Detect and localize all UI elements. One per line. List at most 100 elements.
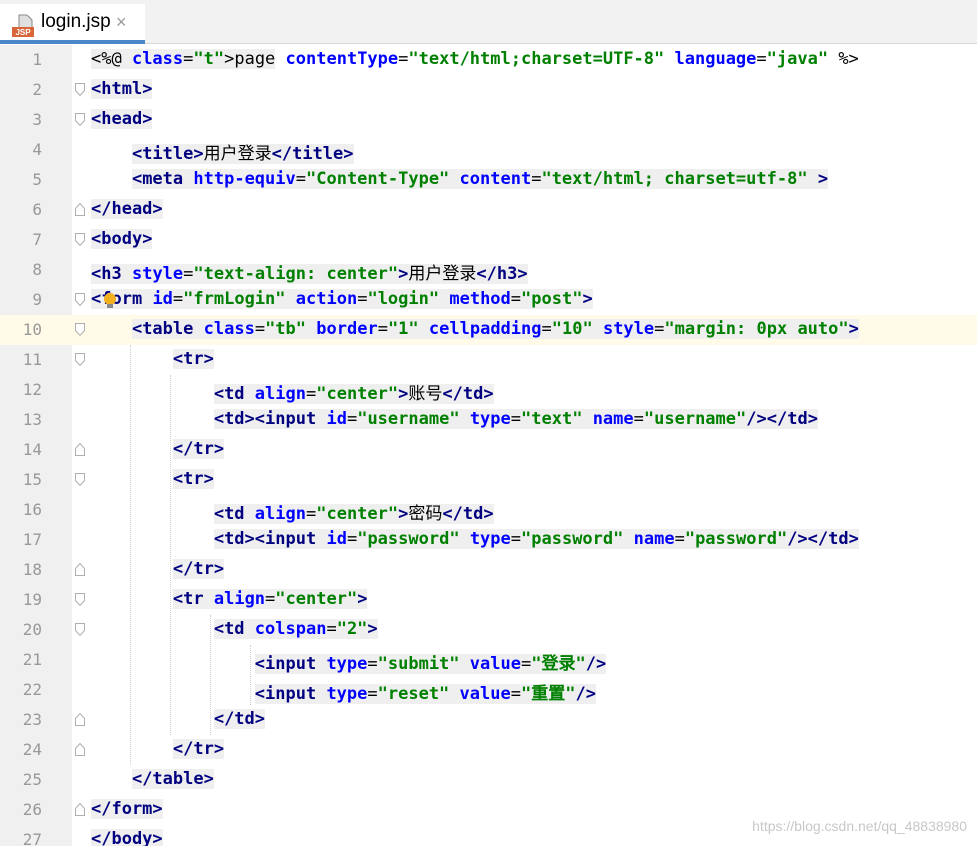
fold-open-icon[interactable]: [75, 233, 85, 246]
code-line[interactable]: 19 <tr align="center">: [0, 585, 977, 615]
code-text[interactable]: <table class="tb" border="1" cellpadding…: [91, 319, 859, 339]
line-number: 16: [22, 500, 42, 519]
fold-close-icon[interactable]: [75, 443, 85, 456]
fold-open-icon[interactable]: [75, 323, 85, 336]
code-text[interactable]: </td>: [91, 709, 266, 729]
code-line[interactable]: 23 </td>: [0, 705, 977, 735]
fold-open-icon[interactable]: [75, 293, 85, 306]
code-line[interactable]: 2 <html>: [0, 75, 977, 105]
code-text[interactable]: </tr>: [91, 439, 225, 459]
code-line[interactable]: 13 <td><input id="username" type="text" …: [0, 405, 977, 435]
fold-close-icon[interactable]: [75, 743, 85, 756]
line-number: 27: [22, 830, 42, 846]
code-line[interactable]: 21 <input type="submit" value="登录"/>: [0, 645, 977, 675]
tab-label: login.jsp: [41, 11, 111, 32]
code-text[interactable]: <td align="center">账号</td>: [91, 379, 494, 404]
code-line[interactable]: 1 <%@ class="t">page contentType="text/ht…: [0, 45, 977, 75]
jsp-file-icon: JSP: [12, 14, 34, 37]
code-line[interactable]: 10 <table class="tb" border="1" cellpadd…: [0, 315, 977, 345]
code-text[interactable]: <td colspan="2">: [91, 619, 378, 639]
code-text[interactable]: </body>: [91, 829, 163, 846]
line-number: 11: [22, 350, 42, 369]
code-text[interactable]: </head>: [91, 199, 163, 219]
code-line[interactable]: 16 <td align="center">密码</td>: [0, 495, 977, 525]
code-line[interactable]: 15 <tr>: [0, 465, 977, 495]
line-number: 5: [32, 170, 42, 189]
fold-open-icon[interactable]: [75, 113, 85, 126]
code-line[interactable]: 17 <td><input id="password" type="passwo…: [0, 525, 977, 555]
fold-open-icon[interactable]: [75, 473, 85, 486]
indent-guide: [130, 345, 131, 765]
code-text[interactable]: <tr>: [91, 469, 214, 489]
line-number: 26: [22, 800, 42, 819]
code-text[interactable]: <title>用户登录</title>: [91, 139, 354, 164]
indent-guide: [170, 375, 171, 735]
code-text[interactable]: <body>: [91, 229, 153, 249]
code-text[interactable]: <html>: [91, 79, 153, 99]
line-number: 9: [32, 290, 42, 309]
code-text[interactable]: <input type="submit" value="登录"/>: [91, 649, 607, 674]
code-text[interactable]: <meta http-equiv="Content-Type" content=…: [91, 169, 829, 189]
code-line[interactable]: 24 </tr>: [0, 735, 977, 765]
code-text[interactable]: <h3 style="text-align: center">用户登录</h3>: [91, 259, 528, 284]
code-text[interactable]: <td><input id="username" type="text" nam…: [91, 409, 818, 429]
fold-close-icon[interactable]: [75, 713, 85, 726]
code-text[interactable]: </tr>: [91, 739, 225, 759]
code-text[interactable]: </table>: [91, 769, 214, 789]
code-text[interactable]: <head>: [91, 109, 153, 129]
line-number: 10: [22, 320, 42, 339]
line-number: 24: [22, 740, 42, 759]
fold-close-icon[interactable]: [75, 803, 85, 816]
code-text[interactable]: <tr align="center">: [91, 589, 368, 609]
line-number: 15: [22, 470, 42, 489]
code-text[interactable]: </form>: [91, 799, 163, 819]
code-line[interactable]: 22 <input type="reset" value="重置"/>: [0, 675, 977, 705]
code-text[interactable]: <form id="frmLogin" action="login" metho…: [91, 289, 593, 309]
code-editor[interactable]: 1 <%@ class="t">page contentType="text/ht…: [0, 45, 977, 846]
indent-guide: [250, 645, 251, 705]
code-line[interactable]: 6 </head>: [0, 195, 977, 225]
line-number: 17: [22, 530, 42, 549]
code-line[interactable]: 9 <form id="frmLogin" action="login" meth…: [0, 285, 977, 315]
code-text[interactable]: <td align="center">密码</td>: [91, 499, 494, 524]
fold-open-icon[interactable]: [75, 353, 85, 366]
line-number: 7: [32, 230, 42, 249]
code-line[interactable]: 12 <td align="center">账号</td>: [0, 375, 977, 405]
code-line[interactable]: 8 <h3 style="text-align: center">用户登录</h3…: [0, 255, 977, 285]
fold-close-icon[interactable]: [75, 563, 85, 576]
code-text[interactable]: </tr>: [91, 559, 225, 579]
fold-open-icon[interactable]: [75, 623, 85, 636]
intention-bulb-icon[interactable]: [102, 292, 118, 310]
line-number: 21: [22, 650, 42, 669]
line-number: 22: [22, 680, 42, 699]
line-number: 6: [32, 200, 42, 219]
close-icon[interactable]: ×: [116, 12, 127, 33]
fold-open-icon[interactable]: [75, 593, 85, 606]
code-line[interactable]: 5 <meta http-equiv="Content-Type" conten…: [0, 165, 977, 195]
line-number: 23: [22, 710, 42, 729]
code-text[interactable]: <input type="reset" value="重置"/>: [91, 679, 596, 704]
fold-open-icon[interactable]: [75, 83, 85, 96]
code-text[interactable]: <%@ class="t">page contentType="text/htm…: [91, 49, 859, 69]
code-line[interactable]: 11 <tr>: [0, 345, 977, 375]
code-line[interactable]: 4 <title>用户登录</title>: [0, 135, 977, 165]
code-line[interactable]: 25 </table>: [0, 765, 977, 795]
code-line[interactable]: 20 <td colspan="2">: [0, 615, 977, 645]
line-number: 18: [22, 560, 42, 579]
editor-tab-bar: JSP login.jsp ×: [0, 0, 977, 44]
tab-login-jsp[interactable]: JSP login.jsp ×: [0, 4, 145, 44]
code-text[interactable]: <td><input id="password" type="password"…: [91, 529, 859, 549]
code-line[interactable]: 3 <head>: [0, 105, 977, 135]
line-number: 20: [22, 620, 42, 639]
line-number: 13: [22, 410, 42, 429]
svg-text:JSP: JSP: [15, 28, 31, 37]
code-line[interactable]: 14 </tr>: [0, 435, 977, 465]
fold-close-icon[interactable]: [75, 203, 85, 216]
line-number: 8: [32, 260, 42, 279]
line-number: 19: [22, 590, 42, 609]
code-line[interactable]: 18 </tr>: [0, 555, 977, 585]
code-line[interactable]: 7 <body>: [0, 225, 977, 255]
line-number: 4: [32, 140, 42, 159]
line-number: 25: [22, 770, 42, 789]
code-text[interactable]: <tr>: [91, 349, 214, 369]
